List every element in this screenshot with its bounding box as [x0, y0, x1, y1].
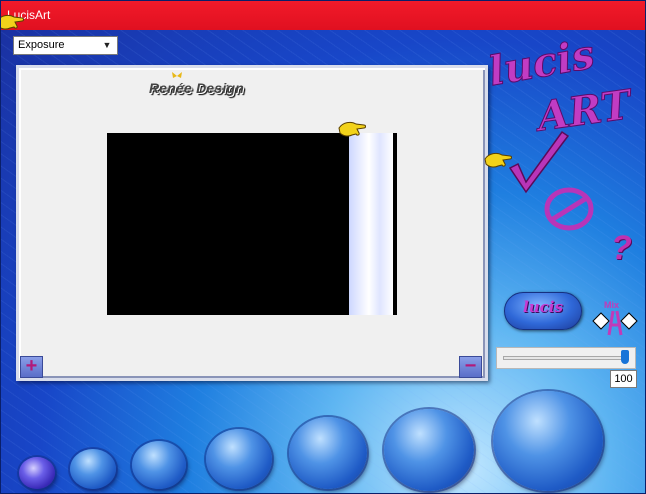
slider-value[interactable]: 100: [610, 370, 637, 388]
effect-select-value: Exposure: [18, 39, 65, 51]
preset-button[interactable]: [493, 391, 603, 491]
help-icon[interactable]: ?: [611, 229, 632, 268]
cancel-icon[interactable]: [541, 185, 597, 233]
preset-button[interactable]: [70, 449, 116, 489]
zoom-in-button[interactable]: +: [20, 356, 43, 378]
title-bar: LucisArt: [1, 1, 645, 30]
preview-image[interactable]: [107, 133, 397, 315]
slider-track: [503, 356, 629, 360]
effect-select[interactable]: Exposure ▼: [13, 36, 118, 55]
butterfly-icon: [172, 72, 182, 78]
lucis-preset-button[interactable]: lucis: [504, 292, 582, 330]
brand-watermark: Renée Design: [149, 72, 244, 96]
preset-button-active[interactable]: [19, 457, 55, 489]
preview-image-strip: [349, 133, 393, 315]
preset-button[interactable]: [384, 409, 474, 491]
zoom-out-icon: −: [464, 355, 477, 377]
lucis-art-logo: lucis ART: [485, 37, 638, 137]
zoom-out-button[interactable]: −: [459, 356, 482, 378]
preset-button[interactable]: [132, 441, 186, 489]
zoom-in-icon: +: [25, 355, 38, 377]
preset-button[interactable]: [206, 429, 272, 489]
pointer-hand-icon: [338, 121, 366, 137]
chevron-down-icon: ▼: [102, 40, 112, 50]
pointer-hand-icon: [1, 14, 24, 30]
app-window: LucisArt Exposure ▼ Renée Design + − luc…: [0, 0, 646, 494]
slider-thumb[interactable]: [621, 350, 629, 364]
preview-panel: Renée Design + −: [16, 65, 488, 381]
lucis-button-label: lucis: [523, 298, 563, 316]
brand-text: Renée Design: [149, 80, 244, 96]
preset-button[interactable]: [289, 417, 367, 489]
strength-slider[interactable]: [496, 347, 636, 369]
mix-icon[interactable]: [591, 299, 639, 337]
